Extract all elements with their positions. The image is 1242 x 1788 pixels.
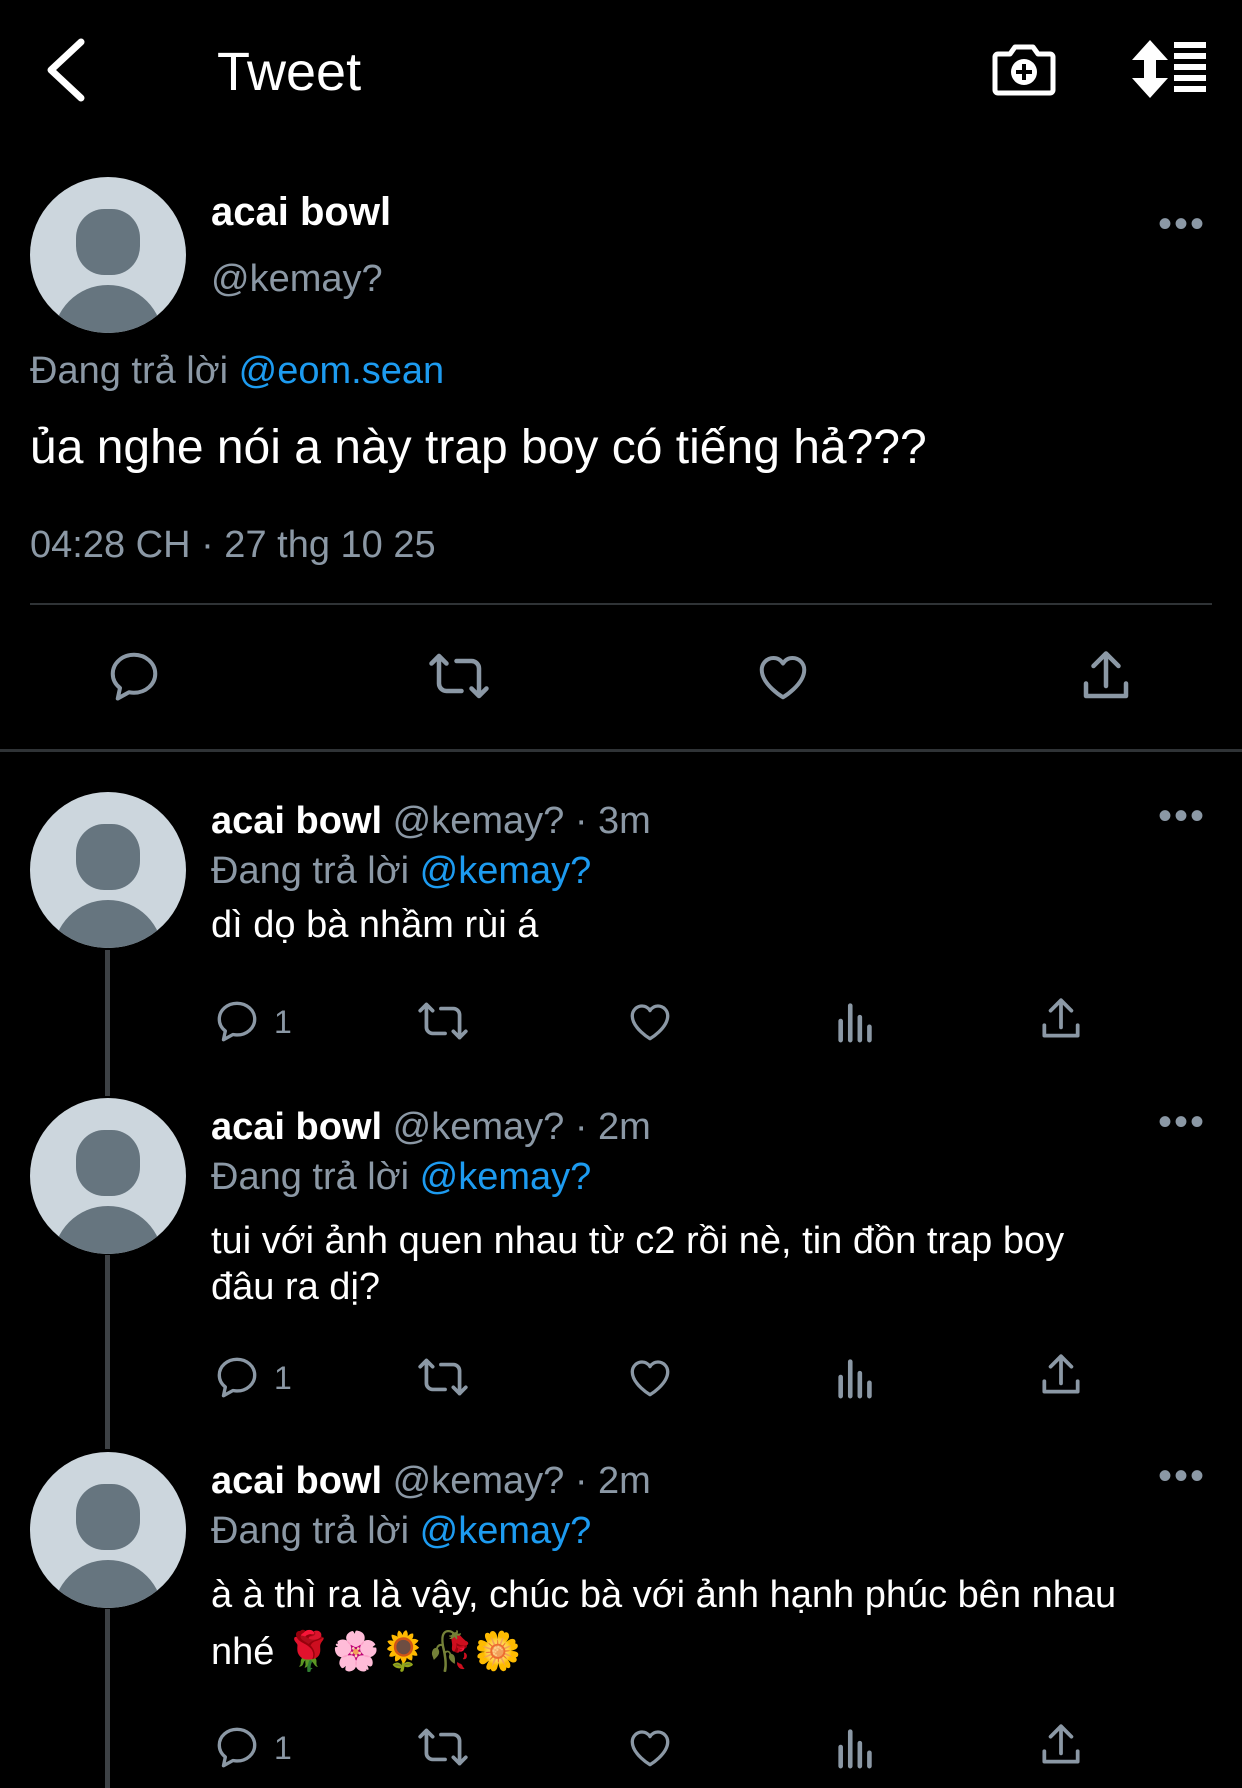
comment-icon [110,652,158,701]
section-divider [0,749,1242,752]
replying-to-link[interactable]: @eom.sean [239,350,444,392]
chevron-left-icon [47,38,85,102]
avatar-body [53,285,163,333]
replying-to-link[interactable]: @kemay? [420,1156,592,1198]
reply-tweet[interactable]: acai bowl @kemay? · 3m ••• Đang trả lời … [0,790,1242,1060]
avatar-body [53,1206,163,1254]
reply-header: acai bowl @kemay? · 2m [211,1106,651,1149]
retweet-icon[interactable] [414,1352,472,1402]
author-name[interactable]: acai bowl [211,190,391,235]
author-name[interactable]: acai bowl [211,1460,382,1502]
replying-to: Đang trả lời @eom.sean [30,350,444,393]
sort-replies-button[interactable] [1130,38,1208,100]
replying-to-link[interactable]: @kemay? [420,1510,592,1552]
author-meta: @kemay? · 3m [392,800,651,842]
replying-prefix: Đang trả lời [211,850,410,892]
retweet-icon [429,653,489,699]
replying-prefix: Đang trả lời [30,350,229,392]
reply-header: acai bowl @kemay? · 2m [211,1460,651,1503]
author-meta: @kemay? · 2m [392,1460,651,1502]
replying-to: Đang trả lời @kemay? [211,1156,591,1199]
analytics-icon[interactable] [834,1724,878,1770]
replying-prefix: Đang trả lời [211,1156,410,1198]
reply-text-line: dì dọ bà nhầm rùi á [211,904,539,946]
share-icon[interactable] [1036,1720,1086,1770]
share-button[interactable] [1076,646,1136,706]
share-icon[interactable] [1036,994,1086,1044]
reply-button[interactable]: 1 [212,1722,302,1772]
author-handle[interactable]: @kemay? [211,258,383,301]
avatar-body [53,1560,163,1608]
page-title: Tweet [217,42,362,102]
reply-button[interactable]: 1 [212,1352,302,1402]
comment-icon [217,1357,257,1398]
more-options-icon[interactable]: ••• [1158,1102,1206,1142]
comment-icon [217,1001,257,1042]
retweet-icon[interactable] [414,1722,472,1772]
avatar[interactable] [30,792,186,948]
retweet-icon[interactable] [414,996,472,1046]
reply-button[interactable] [104,646,164,706]
replying-prefix: Đang trả lời [211,1510,410,1552]
more-options-icon[interactable]: ••• [1158,1456,1206,1496]
avatar[interactable] [30,1452,186,1608]
reply-text-line: đâu ra dị? [211,1266,381,1308]
avatar-head [76,1484,140,1550]
reply-count: 1 [274,1730,292,1766]
share-icon [1083,651,1129,699]
more-options-icon[interactable]: ••• [1158,796,1206,836]
reply-count: 1 [274,1360,292,1396]
avatar-head [76,1130,140,1196]
divider [30,603,1212,605]
avatar-body [53,900,163,948]
comment-icon [217,1727,257,1768]
retweet-button[interactable] [424,646,494,706]
sort-list-icon [1132,40,1206,98]
avatar[interactable] [30,1098,186,1254]
replying-to: Đang trả lời @kemay? [211,1510,591,1553]
analytics-icon[interactable] [834,1354,878,1400]
avatar-head [76,209,140,275]
like-button[interactable] [752,646,814,706]
heart-icon[interactable] [625,1352,675,1402]
reply-button[interactable]: 1 [212,996,302,1046]
share-icon[interactable] [1036,1350,1086,1400]
heart-icon[interactable] [625,1722,675,1772]
replying-to-link[interactable]: @kemay? [420,850,592,892]
reply-tweet[interactable]: acai bowl @kemay? · 2m ••• Đang trả lời … [0,1096,1242,1426]
heart-icon[interactable] [625,996,675,1046]
add-photo-button[interactable] [992,36,1056,100]
tweet-text: ủa nghe nói a này trap boy có tiếng hả??… [30,421,927,474]
reply-text-line: nhé 🌹🌸🌻🥀🌼 [211,1631,522,1673]
reply-header: acai bowl @kemay? · 3m [211,800,651,843]
reply-text-line: tui với ảnh quen nhau từ c2 rồi nè, tin … [211,1220,1065,1262]
author-name[interactable]: acai bowl [211,1106,382,1148]
reply-tweet[interactable]: acai bowl @kemay? · 2m ••• Đang trả lời … [0,1450,1242,1788]
heart-icon [759,656,807,700]
reply-count: 1 [274,1004,292,1040]
author-meta: @kemay? · 2m [392,1106,651,1148]
tweet-timestamp: 04:28 CH · 27 thg 10 25 [30,524,436,566]
author-name[interactable]: acai bowl [211,800,382,842]
back-button[interactable] [38,30,98,110]
reply-text-line: à à thì ra là vậy, chúc bà với ảnh hạnh … [211,1574,1117,1616]
replying-to: Đang trả lời @kemay? [211,850,591,893]
analytics-icon[interactable] [834,998,878,1044]
avatar[interactable] [30,177,186,333]
more-options-icon[interactable]: ••• [1158,204,1206,244]
camera-add-icon [992,44,1056,96]
avatar-head [76,824,140,890]
